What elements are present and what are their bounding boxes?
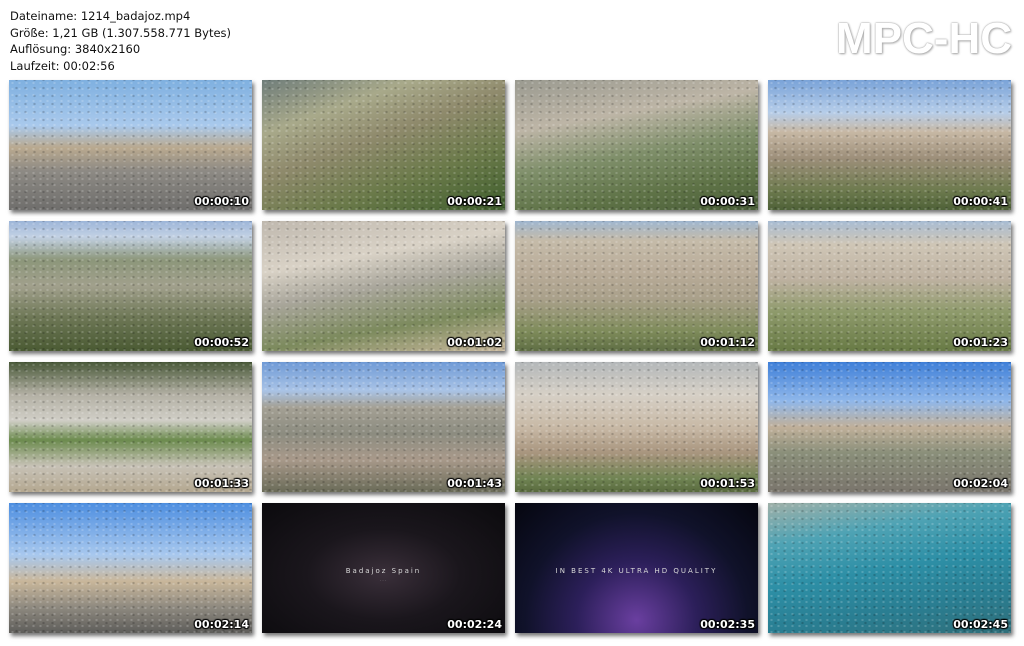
scene-texture: [9, 80, 252, 210]
scene-texture: [262, 362, 505, 492]
thumbnail-timestamp: 00:01:43: [447, 477, 502, 490]
thumbnail-timestamp: 00:02:14: [194, 618, 249, 631]
thumbnail-timestamp: 00:01:33: [194, 477, 249, 490]
thumbnail-timestamp: 00:00:31: [700, 195, 755, 208]
title-caption: IN BEST 4K ULTRA HD QUALITY: [555, 567, 718, 575]
scene-texture: [768, 503, 1011, 633]
video-thumbnail[interactable]: 00:00:31: [515, 80, 758, 210]
video-thumbnail[interactable]: 00:01:43: [262, 362, 505, 492]
video-thumbnail[interactable]: 00:02:04: [768, 362, 1011, 492]
scene-texture: [9, 221, 252, 351]
video-thumbnail[interactable]: 00:01:12: [515, 221, 758, 351]
scene-texture: [768, 362, 1011, 492]
scene-texture: [515, 80, 758, 210]
video-thumbnail[interactable]: 00:00:21: [262, 80, 505, 210]
thumbnail-timestamp: 00:00:41: [953, 195, 1008, 208]
thumbnail-timestamp: 00:01:23: [953, 336, 1008, 349]
thumbnail-timestamp: 00:02:35: [700, 618, 755, 631]
video-thumbnail[interactable]: 00:00:10: [9, 80, 252, 210]
scene-texture: [768, 221, 1011, 351]
file-size: Größe: 1,21 GB (1.307.558.771 Bytes): [10, 25, 232, 40]
video-thumbnail[interactable]: 00:02:45: [768, 503, 1011, 633]
title-subcaption: ...: [380, 577, 387, 582]
scene-texture: [768, 80, 1011, 210]
title-caption: Badajoz Spain: [345, 567, 422, 575]
thumbnail-timestamp: 00:00:10: [194, 195, 249, 208]
thumbnail-timestamp: 00:01:02: [447, 336, 502, 349]
file-duration: Laufzeit: 00:02:56: [10, 58, 115, 73]
video-thumbnail[interactable]: IN BEST 4K ULTRA HD QUALITY 00:02:35: [515, 503, 758, 633]
video-thumbnail[interactable]: 00:01:23: [768, 221, 1011, 351]
scene-texture: [515, 362, 758, 492]
thumbnail-timestamp: 00:01:12: [700, 336, 755, 349]
file-info: Dateiname: 1214_badajoz.mp4 Größe: 1,21 …: [10, 8, 231, 74]
thumbnail-timestamp: 00:02:24: [447, 618, 502, 631]
file-resolution: Auflösung: 3840x2160: [10, 42, 141, 57]
video-thumbnail[interactable]: 00:02:14: [9, 503, 252, 633]
scene-texture: [515, 221, 758, 351]
thumbnail-timestamp: 00:00:21: [447, 195, 502, 208]
video-thumbnail[interactable]: 00:01:02: [262, 221, 505, 351]
thumbnail-timestamp: 00:02:45: [953, 618, 1008, 631]
scene-texture: [262, 221, 505, 351]
thumbnail-timestamp: 00:02:04: [953, 477, 1008, 490]
video-thumbnail[interactable]: 00:00:52: [9, 221, 252, 351]
video-thumbnail[interactable]: 00:00:41: [768, 80, 1011, 210]
scene-texture: [9, 503, 252, 633]
thumbnail-timestamp: 00:00:52: [194, 336, 249, 349]
scene-texture: [262, 80, 505, 210]
scene-texture: [9, 362, 252, 492]
video-thumbnail[interactable]: 00:01:33: [9, 362, 252, 492]
thumbnail-timestamp: 00:01:53: [700, 477, 755, 490]
video-thumbnail[interactable]: 00:01:53: [515, 362, 758, 492]
mpc-hc-logo: MPC-HC: [836, 14, 1012, 63]
video-thumbnail[interactable]: Badajoz Spain... 00:02:24: [262, 503, 505, 633]
file-name: Dateiname: 1214_badajoz.mp4: [10, 9, 191, 23]
